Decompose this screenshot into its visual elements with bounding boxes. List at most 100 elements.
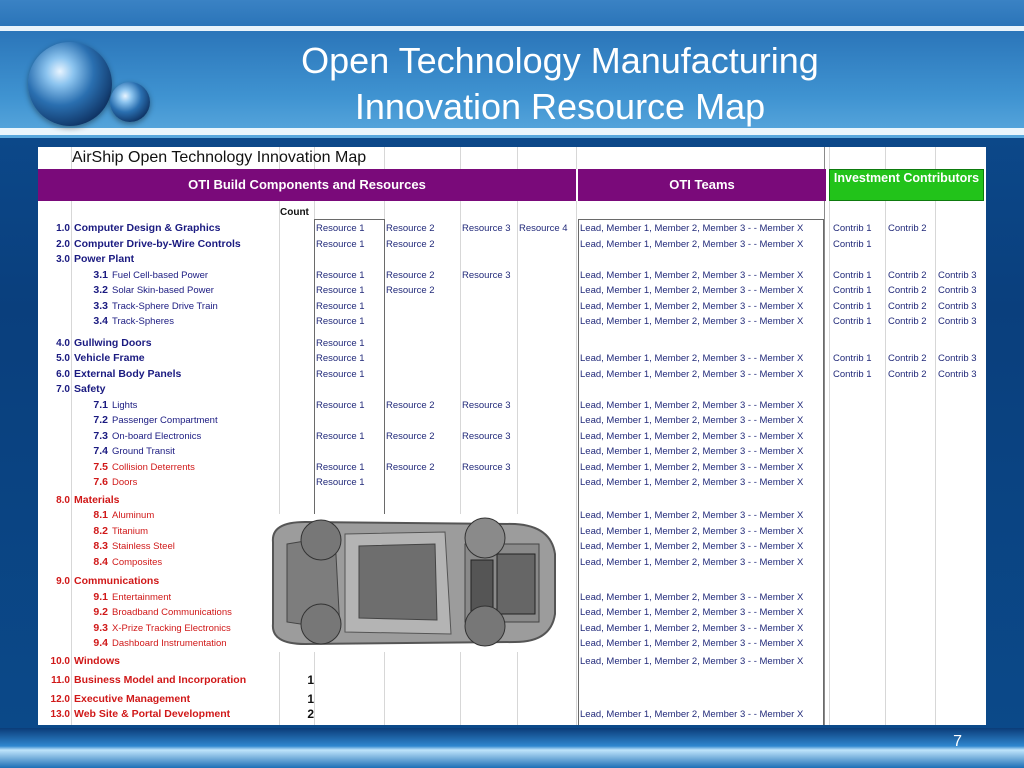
- row-number: 3.1: [93, 268, 108, 281]
- team-cell: Lead, Member 1, Member 2, Member 3 - - M…: [580, 638, 804, 649]
- team-cell: Lead, Member 1, Member 2, Member 3 - - M…: [580, 510, 804, 521]
- resource-cell: Resource 3: [462, 430, 511, 442]
- sheet-title: AirShip Open Technology Innovation Map: [72, 149, 367, 166]
- table-row: 3.1 Fuel Cell-based Power Resource 1 Resour…: [38, 268, 986, 283]
- slide-footer-band: [0, 728, 1024, 768]
- contrib-cell: Contrib 1: [833, 316, 872, 327]
- table-row: 13.0 Web Site & Portal Development 2 Lead, …: [38, 707, 986, 722]
- row-number: 9.2: [93, 606, 108, 618]
- contrib-cell: Contrib 2: [888, 269, 927, 281]
- row-label: Fuel Cell-based Power: [112, 269, 209, 281]
- row-label: Ground Transit: [112, 446, 175, 457]
- row-label: Power Plant: [74, 253, 135, 265]
- resource-cell: Resource 1: [316, 353, 365, 364]
- resource-cell: Resource 1: [316, 430, 365, 442]
- contrib-cell: Contrib 3: [938, 353, 977, 364]
- row-number: 12.0: [50, 693, 70, 705]
- team-cell: Lead, Member 1, Member 2, Member 3 - - M…: [580, 607, 804, 618]
- resource-cell: Resource 2: [386, 269, 435, 281]
- row-number: 8.1: [93, 509, 108, 521]
- row-number: 7.6: [93, 476, 108, 488]
- resource-cell: Resource 2: [386, 430, 435, 442]
- table-row: 7.0 Safety: [38, 382, 986, 397]
- investment-contributors-header: Investment Contributors: [829, 169, 984, 201]
- row-label: Aluminum: [112, 510, 155, 521]
- team-cell: Lead, Member 1, Member 2, Member 3 - - M…: [580, 285, 804, 296]
- row-label: Solar Skin-based Power: [112, 285, 214, 296]
- components-header: OTI Build Components and Resources: [188, 177, 426, 192]
- team-cell: Lead, Member 1, Member 2, Member 3 - - M…: [580, 415, 804, 426]
- table-row: 3.2 Solar Skin-based Power Resource 1 Resou…: [38, 283, 986, 298]
- row-label: Vehicle Frame: [74, 352, 145, 364]
- row-count: 1: [307, 673, 314, 687]
- resource-cell: Resource 3: [462, 461, 511, 473]
- table-row: 12.0 Executive Management 1: [38, 692, 986, 707]
- contrib-cell: Contrib 1: [833, 368, 872, 380]
- row-label: Business Model and Incorporation: [74, 674, 247, 686]
- team-cell: Lead, Member 1, Member 2, Member 3 - - M…: [580, 461, 804, 473]
- row-label: Lights: [112, 399, 138, 411]
- table-row: 3.4 Track-Spheres Resource 1 Lead, Member 1…: [38, 314, 986, 329]
- row-number: 1.0: [56, 223, 70, 234]
- row-label: Stainless Steel: [112, 541, 175, 552]
- row-number: 8.4: [93, 555, 108, 568]
- row-label: Gullwing Doors: [74, 336, 152, 349]
- table-row: 7.5 Collision Deterrents Resource 1 Resourc…: [38, 460, 986, 475]
- resource-cell: Resource 1: [316, 269, 365, 281]
- resource-cell: Resource 1: [316, 223, 365, 234]
- globe-orbs-logo-icon: [110, 82, 150, 122]
- contrib-cell: Contrib 3: [938, 269, 977, 281]
- resource-cell: Resource 1: [316, 300, 365, 312]
- team-cell: Lead, Member 1, Member 2, Member 3 - - M…: [580, 622, 804, 634]
- table-row: 7.6 Doors Resource 1 Lead, Member 1, Member…: [38, 475, 986, 490]
- row-label: On-board Electronics: [112, 430, 202, 442]
- count-header: Count: [280, 207, 309, 218]
- team-cell: Lead, Member 1, Member 2, Member 3 - - M…: [580, 269, 804, 281]
- resource-cell: Resource 1: [316, 477, 365, 488]
- row-number: 3.0: [56, 254, 70, 265]
- team-cell: Lead, Member 1, Member 2, Member 3 - - M…: [580, 541, 804, 552]
- row-number: 4.0: [56, 337, 70, 349]
- table-row: 7.1 Lights Resource 1 Resource 2 Resource 3 L…: [38, 398, 986, 413]
- slide-title: Open Technology Manufacturing Innovation…: [190, 38, 930, 130]
- team-cell: Lead, Member 1, Member 2, Member 3 - - M…: [580, 655, 804, 667]
- team-cell: Lead, Member 1, Member 2, Member 3 - - M…: [580, 525, 804, 537]
- row-number: 2.0: [56, 238, 70, 250]
- resource-cell: Resource 3: [462, 399, 511, 411]
- contrib-cell: Contrib 2: [888, 316, 927, 327]
- contrib-cell: Contrib 3: [938, 368, 977, 380]
- contrib-cell: Contrib 1: [833, 285, 872, 296]
- resource-cell: Resource 1: [316, 461, 365, 473]
- contrib-cell: Contrib 2: [888, 368, 927, 380]
- team-cell: Lead, Member 1, Member 2, Member 3 - - M…: [580, 300, 804, 312]
- investment-contributors-label: Investment Contributors: [833, 171, 980, 185]
- row-number: 3.2: [93, 284, 108, 296]
- table-row: 8.0 Materials: [38, 493, 986, 508]
- contrib-cell: Contrib 3: [938, 316, 977, 327]
- row-number: 8.2: [93, 524, 108, 537]
- resource-cell: Resource 1: [316, 285, 365, 296]
- team-cell: Lead, Member 1, Member 2, Member 3 - - M…: [580, 430, 804, 442]
- resource-cell: Resource 2: [386, 238, 435, 250]
- table-row: 7.3 On-board Electronics Resource 1 Resourc…: [38, 429, 986, 444]
- row-label: Dashboard Instrumentation: [112, 638, 227, 649]
- resource-cell: Resource 1: [316, 316, 365, 327]
- slide-title-line: Innovation Resource Map: [354, 86, 766, 127]
- team-cell: Lead, Member 1, Member 2, Member 3 - - M…: [580, 399, 804, 411]
- row-number: 13.0: [50, 709, 70, 720]
- resource-cell: Resource 2: [386, 461, 435, 473]
- car-top-view-icon: [265, 514, 559, 652]
- row-number: 9.3: [93, 621, 108, 634]
- row-label: Communications: [74, 575, 160, 587]
- table-row: 6.0 External Body Panels Resource 1 Lead, M…: [38, 367, 986, 382]
- row-number: 7.2: [93, 414, 108, 426]
- resource-cell: Resource 1: [316, 238, 365, 250]
- globe-orbs-logo-icon: [28, 42, 112, 126]
- contrib-cell: Contrib 2: [888, 353, 927, 364]
- team-cell: Lead, Member 1, Member 2, Member 3 - - M…: [580, 316, 804, 327]
- page-number: 7: [953, 733, 962, 750]
- row-number: 9.1: [93, 590, 108, 603]
- contrib-cell: Contrib 1: [833, 269, 872, 281]
- row-label: Computer Design & Graphics: [74, 222, 221, 234]
- resource-cell: Resource 1: [316, 337, 365, 349]
